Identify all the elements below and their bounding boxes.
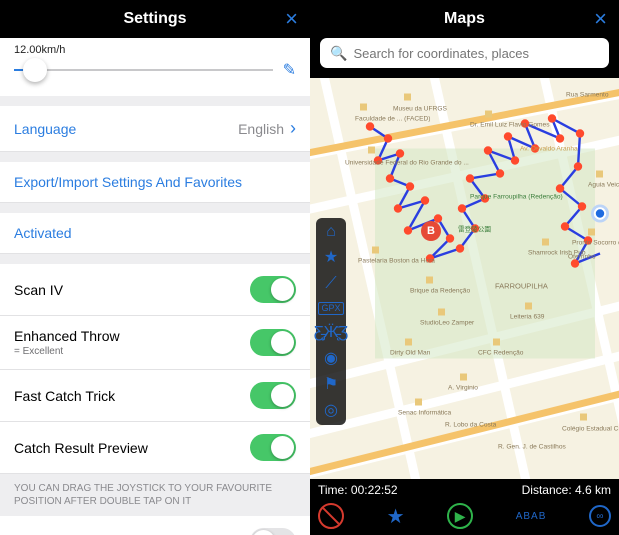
svg-text:Dr. Emil Luiz Flavio Gomes: Dr. Emil Luiz Flavio Gomes [470, 122, 550, 129]
speed-slider[interactable] [14, 60, 273, 80]
svg-text:Pronto Socorro de Porto...: Pronto Socorro de Porto... [572, 240, 619, 247]
svg-text:Rua Sarmento: Rua Sarmento [566, 92, 609, 99]
svg-text:CFC Redenção: CFC Redenção [478, 350, 524, 357]
speed-section: 12.00km/h ✎ [0, 38, 310, 96]
scan-iv-row: Scan IV [0, 264, 310, 316]
svg-text:Oterrinho: Oterrinho [568, 254, 596, 261]
svg-text:Universidade Federal do Rio Gr: Universidade Federal do Rio Grande do ..… [345, 160, 469, 167]
chevron-right-icon: › [290, 118, 296, 139]
pokeball-icon[interactable]: ◉ [324, 351, 338, 367]
enhanced-throw-toggle[interactable] [250, 329, 296, 356]
settings-header: Settings × [0, 0, 310, 38]
settings-body: 12.00km/h ✎ Language English› Export/Imp… [0, 38, 310, 535]
star-icon[interactable]: ★ [324, 250, 338, 266]
maps-title: Maps [444, 10, 485, 28]
fast-catch-toggle[interactable] [250, 382, 296, 409]
activated-row[interactable]: Activated [0, 213, 310, 254]
svg-text:Colégio Estadual Cristóvão...: Colégio Estadual Cristóvão... [562, 426, 619, 433]
svg-text:A. Virginio: A. Virginio [448, 385, 478, 392]
map-toolbar: ⌂ ★ ⟋ GPX Ƹ̵̡Ӝ̵̨̄Ʒ ◉ ⚑ ◎ [316, 218, 346, 425]
svg-text:Parque Farroupilha (Redenção): Parque Farroupilha (Redenção) [470, 194, 563, 201]
svg-text:FARROUPILHA: FARROUPILHA [495, 282, 548, 291]
route-icon[interactable]: ⟋ [325, 276, 336, 292]
catch-result-row: Catch Result Preview [0, 422, 310, 474]
pencil-icon[interactable]: ✎ [283, 60, 296, 80]
svg-text:R. Gen. J. de Castilhos: R. Gen. J. de Castilhos [498, 444, 567, 451]
search-icon: 🔍 [330, 45, 347, 62]
language-row[interactable]: Language English› [0, 106, 310, 152]
map-marker-b[interactable]: B [421, 221, 441, 241]
hide-joystick-row: Hide Joystick And Menu [0, 516, 310, 535]
svg-text:Leiteria 639: Leiteria 639 [510, 314, 545, 321]
flag-icon[interactable]: ⚑ [324, 377, 338, 393]
svg-text:Dirty Old Man: Dirty Old Man [390, 350, 431, 357]
close-icon[interactable]: × [594, 6, 607, 32]
loop-button[interactable]: ∞ [589, 505, 611, 527]
close-icon[interactable]: × [285, 6, 298, 32]
time-label: Time: 00:22:52 [318, 483, 398, 497]
maps-header: Maps × [310, 0, 619, 38]
hide-joystick-toggle[interactable] [250, 528, 296, 535]
svg-text:R. Lobo da Costa: R. Lobo da Costa [445, 422, 497, 429]
map-footer: Time: 00:22:52 Distance: 4.6 km ★ ▶ ABAB… [310, 479, 619, 535]
search-bar: 🔍 [310, 38, 619, 78]
joystick-note: YOU CAN DRAG THE JOYSTICK TO YOUR FAVOUR… [0, 474, 310, 516]
play-button[interactable]: ▶ [447, 503, 473, 529]
svg-text:Av. Osvaldo Aranha: Av. Osvaldo Aranha [520, 146, 578, 153]
settings-panel: Settings × 12.00km/h ✎ Language English›… [0, 0, 310, 535]
target-icon[interactable]: ◎ [324, 403, 338, 419]
gpx-icon[interactable]: GPX [318, 302, 343, 315]
svg-text:Pastelaria Boston da Hora: Pastelaria Boston da Hora [358, 258, 435, 265]
home-icon[interactable]: ⌂ [326, 224, 336, 240]
export-import-row[interactable]: Export/Import Settings And Favorites [0, 162, 310, 203]
svg-text:Faculdade de ... (FACED): Faculdade de ... (FACED) [355, 116, 431, 123]
svg-text:Museu da UFRGS: Museu da UFRGS [393, 106, 447, 113]
settings-title: Settings [123, 10, 186, 28]
svg-text:Senac Informática: Senac Informática [398, 410, 451, 417]
map-canvas[interactable]: Faculdade de ... (FACED) Museu da UFRGS … [310, 78, 619, 479]
svg-text:StudioLeo Zamper: StudioLeo Zamper [420, 320, 475, 327]
speed-value: 12.00km/h [14, 44, 296, 56]
stop-button[interactable] [318, 503, 344, 529]
svg-text:Aguia Veiculos: Aguia Veiculos [588, 182, 619, 189]
slider-knob[interactable] [23, 58, 47, 82]
abab-label[interactable]: ABAB [516, 511, 547, 522]
catch-result-toggle[interactable] [250, 434, 296, 461]
scan-iv-toggle[interactable] [250, 276, 296, 303]
enhanced-throw-row: Enhanced Throw = Excellent [0, 316, 310, 370]
svg-text:雷登陵公園: 雷登陵公園 [458, 225, 491, 234]
maps-panel: Maps × 🔍 [310, 0, 619, 535]
svg-text:Brique da Redenção: Brique da Redenção [410, 288, 470, 295]
distance-label: Distance: 4.6 km [522, 483, 611, 497]
fast-catch-row: Fast Catch Trick [0, 370, 310, 422]
butterfly-icon[interactable]: Ƹ̵̡Ӝ̵̨̄Ʒ [314, 325, 348, 341]
search-input[interactable] [353, 46, 599, 61]
favorite-icon[interactable]: ★ [387, 504, 405, 529]
